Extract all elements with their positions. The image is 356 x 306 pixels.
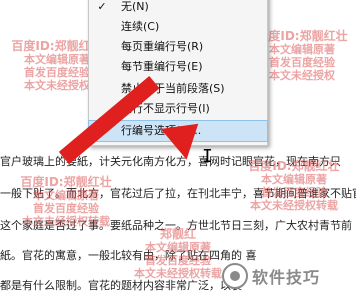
- mouse-cursor-icon: I: [202, 146, 213, 167]
- brand-badge: 软件技巧: [222, 262, 320, 290]
- menu-item-label: 无(N): [121, 0, 149, 13]
- menu-item-label: 每页重编行号(R): [121, 40, 204, 53]
- menu-item-restart-each-page[interactable]: 每页重编行号(R): [89, 37, 267, 57]
- checkmark-icon: ✓: [97, 0, 107, 13]
- document-line: 这个家庭是否过了事。要纸品种之一。方世北节日三刻，广大农村青节前: [0, 219, 352, 232]
- menu-item-restart-each-section[interactable]: 每节重编行号(E): [89, 57, 267, 77]
- menu-item-continuous[interactable]: 连续(C): [89, 17, 267, 37]
- menu-item-label: 每节重编行号(E): [121, 60, 203, 73]
- document-line: 官户玻璃上的要紙，计关元化南方化方，喜网时记眼官花，现在南方只: [0, 155, 341, 168]
- document-line: 紙。官花的寓意，一般北较有由，除了贴在四角的 喜: [0, 249, 257, 262]
- menu-item-label: 连续(C): [121, 20, 160, 33]
- brand-text: 软件技巧: [252, 268, 321, 287]
- menu-item-none[interactable]: ✓ 无(N): [89, 0, 267, 17]
- document-line: 一般下贴了。而北方，官花过后了拉，在刊北丰宁，喜节期间普谁家不贴官: [0, 187, 356, 200]
- menu-item-suppress-current-paragraph[interactable]: 禁止用于当前段落(S): [89, 79, 267, 99]
- document-line: 都是有什么限制。官花的题材内容非常广泛，以装: [0, 279, 242, 292]
- brand-logo-icon: [222, 263, 248, 289]
